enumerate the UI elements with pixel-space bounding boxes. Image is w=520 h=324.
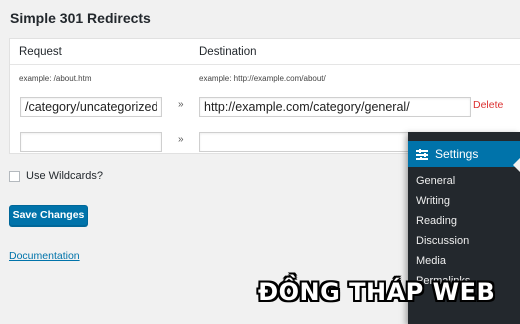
request-input-1[interactable] — [20, 97, 162, 117]
menu-item-writing[interactable]: Writing — [408, 194, 470, 214]
header-divider — [10, 64, 520, 65]
arrow-icon: » — [178, 134, 184, 145]
settings-menu-header[interactable]: Settings — [408, 141, 520, 172]
save-changes-button[interactable]: Save Changes — [9, 205, 88, 226]
destination-example: example: http://example.com/about/ — [199, 74, 326, 83]
menu-item-discussion[interactable]: Discussion — [408, 234, 470, 254]
settings-menu-list: General Writing Reading Discussion Media… — [408, 174, 470, 294]
settings-menu-title: Settings — [435, 147, 479, 161]
wildcard-row: Use Wildcards? — [9, 170, 103, 182]
watermark-text: ĐỒNG THÁP WEB — [258, 278, 496, 306]
destination-header: Destination — [199, 46, 257, 58]
menu-item-reading[interactable]: Reading — [408, 214, 470, 234]
arrow-icon: » — [178, 99, 184, 110]
request-input-2[interactable] — [20, 132, 162, 152]
settings-icon — [416, 148, 428, 160]
wildcards-checkbox[interactable] — [9, 170, 20, 182]
menu-item-media[interactable]: Media — [408, 254, 470, 274]
page-title: Simple 301 Redirects — [10, 10, 151, 26]
wildcards-label[interactable]: Use Wildcards? — [26, 170, 103, 182]
request-example: example: /about.htm — [19, 74, 92, 83]
delete-link[interactable]: Delete — [473, 99, 503, 111]
menu-pointer-arrow — [513, 158, 520, 172]
documentation-link[interactable]: Documentation — [9, 250, 80, 262]
request-header: Request — [19, 46, 62, 58]
menu-item-general[interactable]: General — [408, 174, 470, 194]
destination-input-1[interactable] — [199, 97, 471, 117]
